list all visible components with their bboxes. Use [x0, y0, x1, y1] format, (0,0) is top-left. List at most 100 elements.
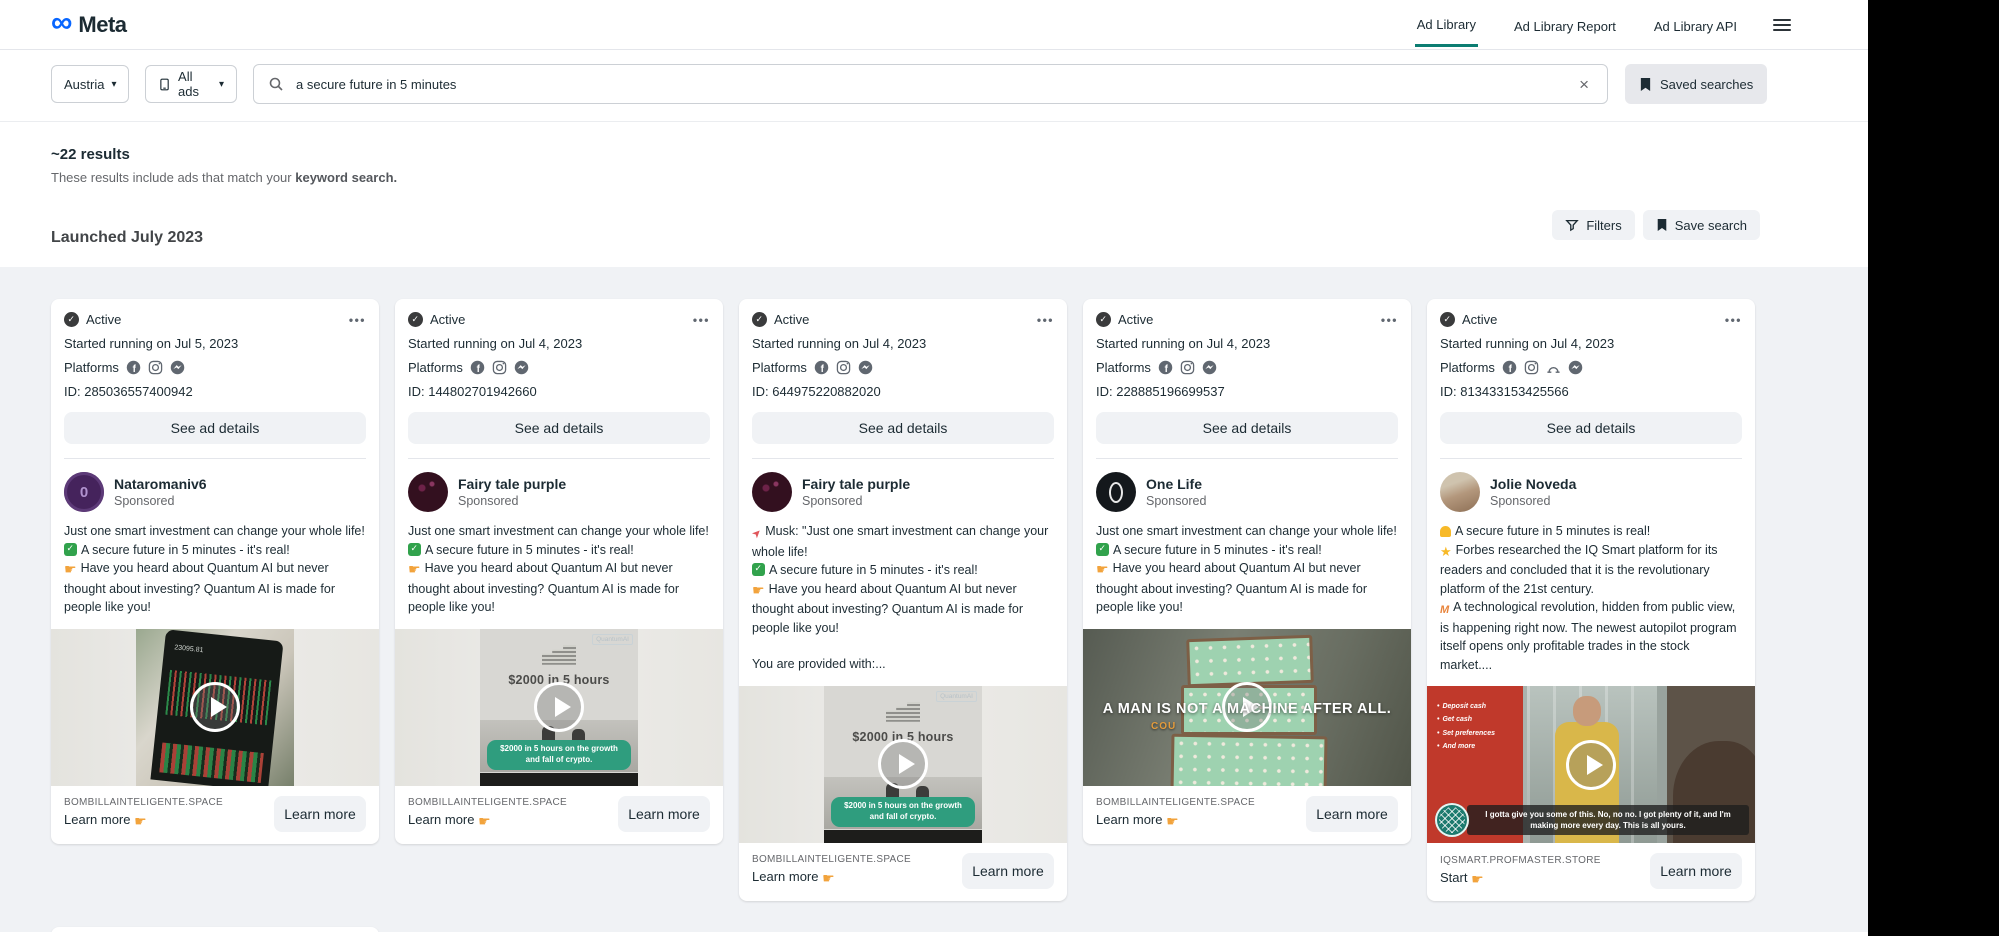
bell-emoji [1440, 526, 1451, 537]
meta-logo[interactable]: ∞ Meta [51, 12, 127, 38]
learn-more-button[interactable]: Learn more [962, 853, 1054, 889]
learn-more-button[interactable]: Learn more [1306, 796, 1398, 832]
see-ad-details-button[interactable]: See ad details [64, 412, 366, 444]
hamburger-menu-icon[interactable] [1773, 19, 1791, 31]
tab-ad-library-api[interactable]: Ad Library API [1652, 4, 1739, 46]
meta-infinity-icon: ∞ [51, 8, 72, 38]
ad-body-text: Just one smart investment can change you… [1083, 512, 1411, 629]
ad-id: ID: 644975220882020 [752, 384, 1054, 399]
play-button-icon[interactable] [1566, 740, 1616, 790]
ad-text-line: A secure future in 5 minutes - it's real… [1096, 541, 1398, 560]
ad-card: Active ••• Started running on Jul 4, 202… [395, 299, 723, 844]
play-button-icon[interactable] [534, 682, 584, 732]
filter-funnel-icon [1565, 218, 1579, 232]
more-options-button[interactable]: ••• [349, 313, 366, 327]
ad-body-text: Just one smart investment can change you… [51, 512, 379, 629]
ad-video-thumbnail[interactable]: Deposit cash Get cash Set preferences An… [1427, 686, 1755, 843]
ad-text-line: Just one smart investment can change you… [408, 522, 710, 541]
ad-media: 23095.81 [51, 629, 379, 786]
status-label: Active [86, 312, 121, 327]
ad-text-line: Musk: "Just one smart investment can cha… [752, 522, 1054, 561]
advertiser-avatar[interactable] [408, 472, 448, 512]
learn-more-button[interactable]: Learn more [618, 796, 710, 832]
facebook-icon: f [126, 360, 141, 375]
play-button-icon[interactable] [190, 682, 240, 732]
messenger-icon [514, 360, 529, 375]
country-dropdown[interactable]: Austria ▾ [51, 65, 129, 103]
status-label: Active [430, 312, 465, 327]
see-ad-details-button[interactable]: See ad details [1440, 412, 1742, 444]
coins-growth-icon [886, 702, 920, 722]
facebook-icon: f [470, 360, 485, 375]
results-grid: Active ••• Started running on Jul 5, 202… [0, 267, 1868, 932]
ad-id: ID: 285036557400942 [64, 384, 366, 399]
play-button-icon[interactable] [878, 739, 928, 789]
platforms-label: Platforms [64, 360, 119, 375]
ad-id: ID: 228885196699537 [1096, 384, 1398, 399]
video-subtitle: I gotta give you some of this. No, no no… [1467, 805, 1749, 835]
more-options-button[interactable]: ••• [693, 313, 710, 327]
pointing-finger-emoji [822, 870, 835, 887]
see-ad-details-button[interactable]: See ad details [1096, 412, 1398, 444]
ad-text-line: A secure future in 5 minutes is real! [1440, 522, 1742, 541]
messenger-icon [858, 360, 873, 375]
more-options-button[interactable]: ••• [1037, 313, 1054, 327]
check-emoji [752, 563, 765, 576]
active-check-icon [1096, 312, 1111, 327]
sponsored-label: Sponsored [1146, 494, 1206, 508]
see-ad-details-button[interactable]: See ad details [752, 412, 1054, 444]
advertiser-avatar[interactable]: 0 [64, 472, 104, 512]
advertiser-name[interactable]: Jolie Noveda [1490, 476, 1576, 492]
advertiser-name[interactable]: Fairy tale purple [802, 476, 910, 492]
quantumai-watermark: QuantumAI [592, 634, 633, 645]
ad-text-line: You are provided with:... [752, 655, 1054, 674]
ad-type-dropdown[interactable]: All ads ▾ [145, 65, 237, 103]
ad-text-line: Have you heard about Quantum AI but neve… [1096, 559, 1398, 617]
advertiser-avatar[interactable] [1096, 472, 1136, 512]
top-header: ∞ Meta Ad Library Ad Library Report Ad L… [0, 0, 1868, 50]
pointing-finger-emoji [134, 813, 147, 830]
advertiser-name[interactable]: Fairy tale purple [458, 476, 566, 492]
messenger-icon [1568, 360, 1583, 375]
advertiser-name[interactable]: Nataromaniv6 [114, 476, 207, 492]
ad-text-line: Just one smart investment can change you… [1096, 522, 1398, 541]
learn-more-button[interactable]: Learn more [274, 796, 366, 832]
ad-text-line: Have you heard about Quantum AI but neve… [752, 580, 1054, 638]
ad-card: Active ••• Started running on Jul 4, 202… [1083, 299, 1411, 844]
advertiser-name[interactable]: One Life [1146, 476, 1206, 492]
save-search-button[interactable]: Save search [1643, 210, 1760, 240]
pointing-finger-emoji [408, 559, 421, 580]
filters-button[interactable]: Filters [1552, 210, 1634, 240]
advertiser-avatar[interactable] [1440, 472, 1480, 512]
ad-video-thumbnail[interactable]: QuantumAI $2000 in 5 hours $2000 in 5 ho… [480, 629, 638, 786]
more-options-button[interactable]: ••• [1725, 313, 1742, 327]
ad-video-thumbnail[interactable]: A MAN IS NOT A MACHINE AFTER ALL. COU [1083, 629, 1411, 786]
see-ad-details-button[interactable]: See ad details [408, 412, 710, 444]
ad-video-thumbnail[interactable]: QuantumAI $2000 in 5 hours $2000 in 5 ho… [824, 686, 982, 843]
ad-text-line: Forbes researched the IQ Smart platform … [1440, 541, 1742, 599]
ad-card: Active ••• Started running on Jul 5, 202… [51, 299, 379, 844]
pointing-finger-emoji [1166, 813, 1179, 830]
ad-text-line: Just one smart investment can change you… [64, 522, 366, 541]
ad-text-line: Have you heard about Quantum AI but neve… [408, 559, 710, 617]
pointing-finger-emoji [478, 813, 491, 830]
volume-bars [159, 742, 264, 782]
learn-more-button[interactable]: Learn more [1650, 853, 1742, 889]
video-banner: $2000 in 5 hours on the growth and fall … [487, 740, 631, 770]
audience-network-icon [1546, 360, 1561, 375]
results-section: ~22 results These results include ads th… [0, 122, 1868, 267]
more-options-button[interactable]: ••• [1381, 313, 1398, 327]
instagram-icon [492, 360, 507, 375]
advertiser-avatar[interactable] [752, 472, 792, 512]
pointing-finger-emoji [1096, 559, 1109, 580]
ad-domain: BOMBILLAINTELIGENTE.SPACE [64, 797, 223, 808]
ad-cta-text: Learn more [64, 812, 223, 830]
clear-search-button[interactable]: × [1573, 73, 1595, 97]
search-input[interactable] [294, 76, 1607, 93]
tab-ad-library-report[interactable]: Ad Library Report [1512, 4, 1618, 46]
tab-ad-library[interactable]: Ad Library [1415, 2, 1478, 47]
saved-searches-button[interactable]: Saved searches [1625, 64, 1767, 104]
ad-video-thumbnail[interactable]: 23095.81 [136, 629, 294, 786]
watch-tray [1171, 733, 1328, 785]
platforms-label: Platforms [1096, 360, 1151, 375]
